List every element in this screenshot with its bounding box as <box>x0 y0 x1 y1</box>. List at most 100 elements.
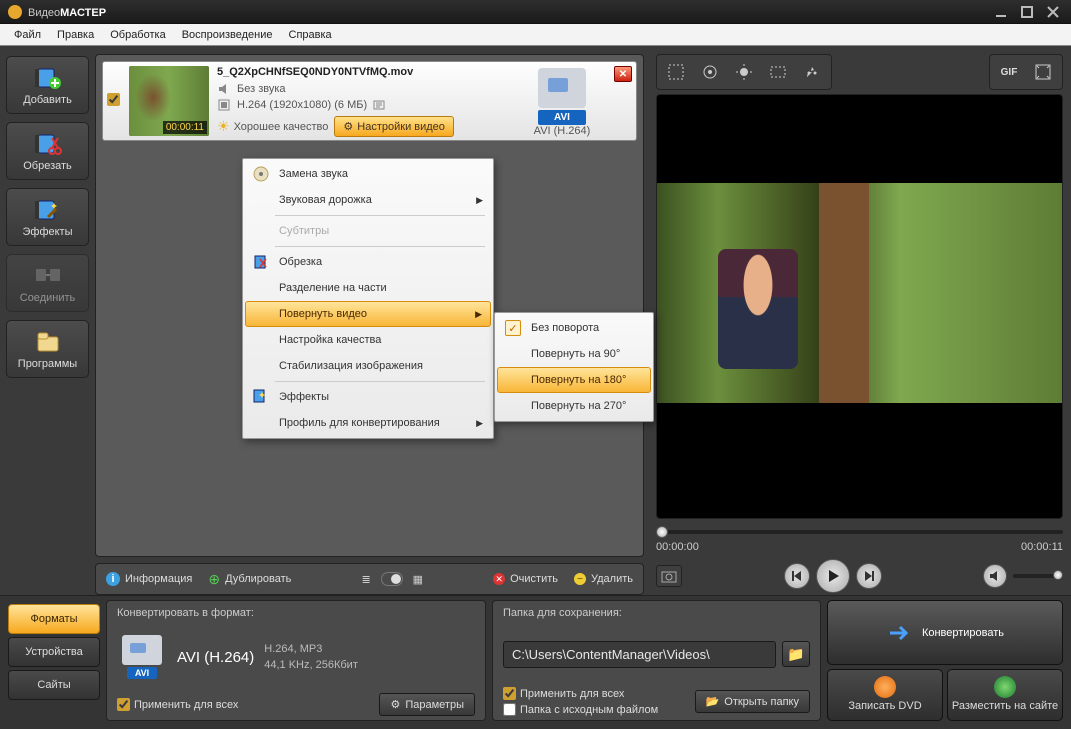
upload-button[interactable]: Разместить на сайте <box>947 669 1063 721</box>
dvd-label: Записать DVD <box>848 700 921 713</box>
ctx-audio-track[interactable]: Звуковая дорожка▶ <box>245 187 491 213</box>
menu-edit[interactable]: Правка <box>49 27 102 43</box>
snapshot-button[interactable] <box>656 565 682 587</box>
save-path-input[interactable]: C:\Users\ContentManager\Videos\ <box>503 641 776 668</box>
view-controls: ≣ ▦ <box>307 572 477 586</box>
rotate-180[interactable]: Повернуть на 180° <box>497 367 651 393</box>
open-folder-button[interactable]: 📂Открыть папку <box>695 690 810 713</box>
ctx-rotate[interactable]: Повернуть видео▶ <box>245 301 491 327</box>
time-row: 00:00:00 00:00:11 <box>656 541 1063 553</box>
upload-label: Разместить на сайте <box>952 700 1058 713</box>
tab-devices[interactable]: Устройства <box>8 637 100 667</box>
maximize-button[interactable] <box>1017 5 1037 19</box>
programs-icon <box>33 328 63 356</box>
rotate-90[interactable]: Повернуть на 90° <box>497 341 651 367</box>
preview-viewport[interactable] <box>656 94 1063 519</box>
trim-tool-button[interactable] <box>763 59 793 85</box>
same-folder[interactable]: Папка с исходным файлом <box>503 703 658 716</box>
ctx-crop[interactable]: Обрезка <box>245 249 491 275</box>
effects-button[interactable]: Эффекты <box>6 188 89 246</box>
apply-all-format-checkbox[interactable] <box>117 698 130 711</box>
seek-bar[interactable] <box>656 525 1063 539</box>
open-folder-label: Открыть папку <box>724 696 799 708</box>
play-button[interactable] <box>816 559 850 593</box>
ctx-replace-audio[interactable]: Замена звука <box>245 161 491 187</box>
volume-slider[interactable] <box>1013 574 1063 578</box>
join-label: Соединить <box>20 292 76 304</box>
chevron-right-icon: ▶ <box>476 418 483 429</box>
clear-label: Очистить <box>510 573 558 585</box>
view-toggle[interactable] <box>381 572 403 586</box>
rotate-none[interactable]: ✓Без поворота <box>497 315 651 341</box>
menu-help[interactable]: Справка <box>281 27 340 43</box>
thumb-duration: 00:00:11 <box>163 121 207 134</box>
next-button[interactable] <box>856 563 882 589</box>
ctx-separator <box>275 381 485 382</box>
ctx-split[interactable]: Разделение на части <box>245 275 491 301</box>
add-button[interactable]: Добавить <box>6 56 89 114</box>
info-link-icon[interactable] <box>373 98 387 112</box>
menu-process[interactable]: Обработка <box>102 27 173 43</box>
apply-all-save-checkbox[interactable] <box>503 687 516 700</box>
fullscreen-button[interactable] <box>1028 59 1058 85</box>
join-button[interactable]: Соединить <box>6 254 89 312</box>
file-checkbox[interactable] <box>107 93 120 106</box>
codec-line: H.264 (1920x1080) (6 МБ) <box>217 98 514 112</box>
crop-icon <box>251 252 271 272</box>
brightness-tool-button[interactable] <box>729 59 759 85</box>
volume-thumb[interactable] <box>1053 570 1063 580</box>
file-name: 5_Q2XpCHNfSEQ0NDY0NTVfMQ.mov <box>217 66 514 78</box>
output-glyph[interactable]: AVI <box>538 68 586 125</box>
list-toolbar: iИнформация ⊕Дублировать ≣ ▦ ✕Очистить −… <box>95 563 644 595</box>
crop-tool-button[interactable] <box>661 59 691 85</box>
ctx-stabilize[interactable]: Стабилизация изображения <box>245 353 491 379</box>
file-thumbnail[interactable]: 00:00:11 <box>129 66 209 136</box>
volume-button[interactable] <box>983 564 1007 588</box>
delete-label: Удалить <box>591 573 633 585</box>
ctx-profile[interactable]: Профиль для конвертирования▶ <box>245 410 491 436</box>
seek-thumb[interactable] <box>656 526 668 538</box>
format-row[interactable]: AVI AVI (H.264) H.264, MP3 44,1 KHz, 256… <box>117 625 475 689</box>
cut-button[interactable]: Обрезать <box>6 122 89 180</box>
ctx-effects[interactable]: Эффекты <box>245 384 491 410</box>
ctx-quality-label: Настройка качества <box>279 334 381 346</box>
same-folder-checkbox[interactable] <box>503 703 516 716</box>
info-button[interactable]: iИнформация <box>106 572 192 586</box>
circle-tool-button[interactable] <box>695 59 725 85</box>
rotate-270[interactable]: Повернуть на 270° <box>497 393 651 419</box>
duplicate-button[interactable]: ⊕Дублировать <box>208 571 291 588</box>
params-button[interactable]: ⚙Параметры <box>379 693 475 716</box>
left-rail: Добавить Обрезать Эффекты Соединить Прог… <box>0 46 95 595</box>
fx-icon <box>251 387 271 407</box>
apply-all-format[interactable]: Применить для всех <box>117 698 238 711</box>
video-settings-button[interactable]: ⚙ Настройки видео <box>334 116 454 137</box>
same-folder-label: Папка с исходным файлом <box>520 704 658 716</box>
delete-button[interactable]: −Удалить <box>574 573 633 585</box>
info-icon: i <box>106 572 120 586</box>
convert-button[interactable]: Конвертировать <box>827 600 1063 665</box>
speed-tool-button[interactable] <box>797 59 827 85</box>
menu-file[interactable]: Файл <box>6 27 49 43</box>
close-button[interactable] <box>1043 5 1063 19</box>
ctx-rotate-label: Повернуть видео <box>279 308 367 320</box>
camera-icon <box>122 635 162 665</box>
output-column: AVI AVI (H.264) <box>522 66 602 136</box>
prev-button[interactable] <box>784 563 810 589</box>
ctx-quality[interactable]: Настройка качества <box>245 327 491 353</box>
apply-all-save[interactable]: Применить для всех <box>503 687 658 700</box>
file-row[interactable]: 00:00:11 5_Q2XpCHNfSEQ0NDY0NTVfMQ.mov Бе… <box>102 61 637 141</box>
save-panel-foot: Применить для всех Папка с исходным файл… <box>503 687 810 716</box>
gif-button[interactable]: GIF <box>994 59 1024 85</box>
browse-folder-button[interactable]: 📁 <box>782 641 810 667</box>
remove-file-button[interactable]: ✕ <box>614 66 632 82</box>
minimize-button[interactable] <box>991 5 1011 19</box>
programs-button[interactable]: Программы <box>6 320 89 378</box>
clear-button[interactable]: ✕Очистить <box>493 573 558 585</box>
view-list-icon[interactable]: ≣ <box>361 573 370 586</box>
tab-formats[interactable]: Форматы <box>8 604 100 634</box>
view-grid-icon[interactable]: ▦ <box>413 573 423 586</box>
menu-play[interactable]: Воспроизведение <box>174 27 281 43</box>
burn-dvd-button[interactable]: Записать DVD <box>827 669 943 721</box>
quality-row: ☀ Хорошее качество ⚙ Настройки видео <box>217 116 514 137</box>
tab-sites[interactable]: Сайты <box>8 670 100 700</box>
